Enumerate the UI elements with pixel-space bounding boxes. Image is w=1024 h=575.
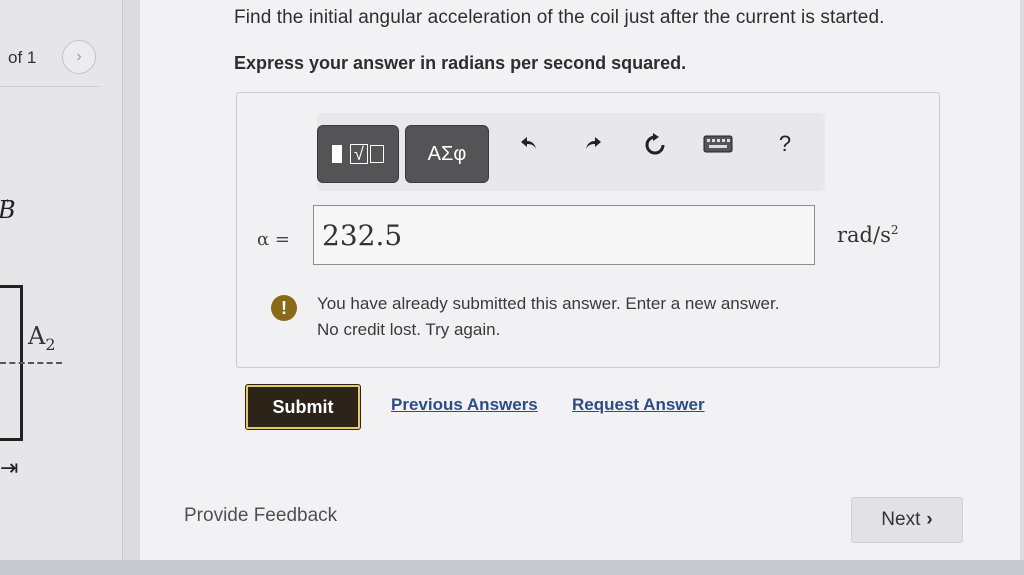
next-label: Next [881, 509, 921, 530]
warning-line-2: No credit lost. Try again. [317, 320, 501, 339]
question-text: Find the initial angular acceleration of… [234, 7, 885, 28]
provide-feedback-link[interactable]: Provide Feedback [184, 505, 337, 527]
request-answer-link[interactable]: Request Answer [572, 395, 705, 415]
warning-message: You have already submitted this answer. … [317, 291, 779, 343]
box-icon [369, 145, 384, 163]
math-toolbar: √ ΑΣφ ? [317, 113, 825, 191]
left-panel: of 1 › → B A2 ⇥ [0, 0, 123, 575]
templates-icon [332, 145, 343, 163]
question-instructions: Express your answer in radians per secon… [234, 53, 687, 73]
units-text: rad/s [837, 223, 891, 247]
pager-text: of 1 [8, 48, 37, 67]
figure-arrow-icon: ⇥ [0, 455, 19, 480]
alert-icon: ! [271, 295, 297, 321]
chevron-right-icon: › [76, 48, 82, 65]
units-exponent: 2 [890, 223, 899, 237]
pager-divider [0, 86, 100, 87]
figure-a-sub: 2 [45, 334, 56, 354]
figure-a-text: A [28, 322, 46, 350]
help-button[interactable]: ? [771, 131, 799, 157]
main-content: Find the initial angular acceleration of… [140, 0, 1020, 560]
figure-dashed-line [0, 362, 62, 364]
answer-box: √ ΑΣφ ? α = rad/s2 ! You have already su… [236, 92, 940, 368]
bottom-strip [0, 560, 1024, 575]
templates-button[interactable]: √ [317, 125, 399, 183]
variable-label: α = [257, 229, 290, 250]
keyboard-icon[interactable] [703, 133, 733, 159]
undo-icon[interactable] [515, 133, 543, 159]
figure-a2-label: A2 [28, 322, 56, 354]
submit-button[interactable]: Submit [245, 384, 361, 430]
greek-symbols-button[interactable]: ΑΣφ [405, 125, 489, 183]
figure-b-label: B [0, 196, 16, 224]
redo-icon[interactable] [579, 133, 607, 159]
sqrt-icon: √ [350, 144, 368, 164]
units-label: rad/s2 [837, 223, 899, 247]
next-button[interactable]: Next › [851, 497, 963, 543]
pager-next-button[interactable]: › [62, 40, 96, 74]
answer-input[interactable] [313, 205, 815, 265]
reset-icon[interactable] [641, 133, 669, 163]
previous-answers-link[interactable]: Previous Answers [391, 395, 538, 415]
warning-line-1: You have already submitted this answer. … [317, 294, 780, 313]
chevron-right-icon: › [926, 509, 933, 530]
